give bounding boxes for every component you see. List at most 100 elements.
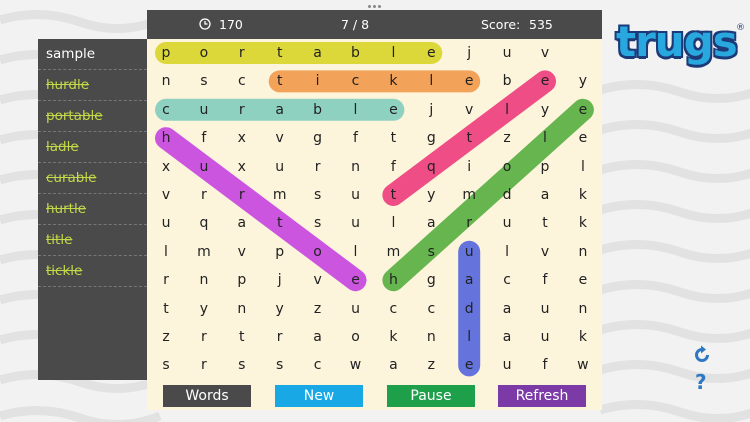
grid-cell[interactable]: j <box>261 266 299 294</box>
grid-cell[interactable]: n <box>564 238 602 266</box>
grid-cell[interactable]: r <box>223 96 261 124</box>
grid-cell[interactable]: u <box>185 96 223 124</box>
grid-cell[interactable]: v <box>526 39 564 67</box>
help-icon[interactable]: ? <box>695 370 715 394</box>
grid-cell[interactable]: t <box>261 39 299 67</box>
grid-cell[interactable]: f <box>374 153 412 181</box>
grid-cell[interactable]: n <box>223 295 261 323</box>
grid-cell[interactable]: e <box>526 67 564 95</box>
grid-cell[interactable]: t <box>223 323 261 351</box>
grid-cell[interactable]: f <box>337 124 375 152</box>
grid-cell[interactable]: x <box>223 153 261 181</box>
grid-cell[interactable]: v <box>147 181 185 209</box>
grid-cell[interactable]: u <box>185 153 223 181</box>
grid-cell[interactable]: p <box>223 266 261 294</box>
grid-cell[interactable]: u <box>488 39 526 67</box>
grid-cell[interactable]: b <box>488 67 526 95</box>
grid-cell[interactable]: c <box>223 67 261 95</box>
grid-cell[interactable]: g <box>412 124 450 152</box>
grid-cell[interactable]: a <box>488 323 526 351</box>
grid-cell[interactable]: a <box>223 209 261 237</box>
grid-cell[interactable]: p <box>147 39 185 67</box>
grid-cell[interactable]: m <box>261 181 299 209</box>
grid-cell[interactable]: t <box>450 124 488 152</box>
grid-cell[interactable]: l <box>337 238 375 266</box>
grid-cell[interactable]: a <box>261 96 299 124</box>
grid-cell[interactable]: i <box>450 153 488 181</box>
grid-cell[interactable]: v <box>299 266 337 294</box>
grid-cell[interactable]: c <box>488 266 526 294</box>
grid-cell[interactable]: v <box>450 96 488 124</box>
grid-cell[interactable]: l <box>488 238 526 266</box>
grid-cell[interactable]: y <box>185 295 223 323</box>
grid-cell[interactable]: t <box>261 209 299 237</box>
grid-cell[interactable]: u <box>526 323 564 351</box>
grid-cell[interactable]: s <box>261 351 299 379</box>
grid-cell[interactable]: i <box>299 67 337 95</box>
grid-cell[interactable]: c <box>374 295 412 323</box>
grid-cell[interactable]: f <box>185 124 223 152</box>
grid-cell[interactable]: r <box>299 153 337 181</box>
grid-cell[interactable]: l <box>337 96 375 124</box>
grid-cell[interactable]: g <box>299 124 337 152</box>
pause-button[interactable]: Pause <box>387 385 475 407</box>
grid-cell[interactable]: y <box>526 96 564 124</box>
grid-cell[interactable]: e <box>450 351 488 379</box>
grid-cell[interactable]: y <box>261 295 299 323</box>
grid-cell[interactable]: n <box>337 153 375 181</box>
grid-cell[interactable]: q <box>412 153 450 181</box>
words-button[interactable]: Words <box>163 385 251 407</box>
grid-cell[interactable]: u <box>147 209 185 237</box>
grid-cell[interactable]: t <box>261 67 299 95</box>
new-game-button[interactable]: New <box>275 385 363 407</box>
grid-cell[interactable]: j <box>412 96 450 124</box>
grid-cell[interactable]: s <box>147 351 185 379</box>
grid-cell[interactable]: s <box>299 181 337 209</box>
grid-cell[interactable]: w <box>564 351 602 379</box>
grid-cell[interactable]: s <box>299 209 337 237</box>
grid-cell[interactable]: h <box>374 266 412 294</box>
grid-cell[interactable]: r <box>185 181 223 209</box>
grid-cell[interactable]: z <box>488 124 526 152</box>
grid-cell[interactable]: k <box>374 323 412 351</box>
grid-cell[interactable]: n <box>147 67 185 95</box>
grid-cell[interactable]: l <box>374 209 412 237</box>
refresh-button[interactable]: Refresh <box>498 385 586 407</box>
grid-cell[interactable]: w <box>337 351 375 379</box>
grid-cell[interactable]: r <box>147 266 185 294</box>
grid-cell[interactable]: o <box>185 39 223 67</box>
more-dots-icon[interactable] <box>366 3 384 9</box>
grid-cell[interactable]: v <box>223 238 261 266</box>
grid-cell[interactable]: u <box>488 351 526 379</box>
grid-cell[interactable]: r <box>185 323 223 351</box>
grid-cell[interactable]: u <box>337 295 375 323</box>
grid-cell[interactable]: f <box>526 351 564 379</box>
grid-cell[interactable]: u <box>261 153 299 181</box>
grid-cell[interactable]: o <box>337 323 375 351</box>
grid-cell[interactable]: u <box>450 238 488 266</box>
grid-cell[interactable]: s <box>185 67 223 95</box>
grid-cell[interactable]: f <box>526 266 564 294</box>
grid-cell[interactable]: t <box>147 295 185 323</box>
grid-cell[interactable]: r <box>261 323 299 351</box>
grid-cell[interactable]: t <box>374 124 412 152</box>
grid-cell[interactable]: d <box>488 181 526 209</box>
grid-cell[interactable]: e <box>564 124 602 152</box>
grid-cell[interactable]: d <box>450 295 488 323</box>
grid-cell[interactable]: m <box>450 181 488 209</box>
grid-cell[interactable]: t <box>374 181 412 209</box>
grid-cell[interactable]: l <box>412 67 450 95</box>
grid-cell[interactable]: o <box>488 153 526 181</box>
grid-cell[interactable]: z <box>147 323 185 351</box>
grid-cell[interactable]: b <box>299 96 337 124</box>
grid-cell[interactable]: c <box>337 67 375 95</box>
grid-cell[interactable]: a <box>488 295 526 323</box>
grid-cell[interactable]: e <box>337 266 375 294</box>
grid-cell[interactable]: o <box>299 238 337 266</box>
grid-cell[interactable]: z <box>299 295 337 323</box>
grid-cell[interactable]: x <box>223 124 261 152</box>
grid-cell[interactable]: k <box>374 67 412 95</box>
grid-cell[interactable]: l <box>526 124 564 152</box>
grid-cell[interactable]: u <box>526 295 564 323</box>
grid-cell[interactable]: c <box>147 96 185 124</box>
